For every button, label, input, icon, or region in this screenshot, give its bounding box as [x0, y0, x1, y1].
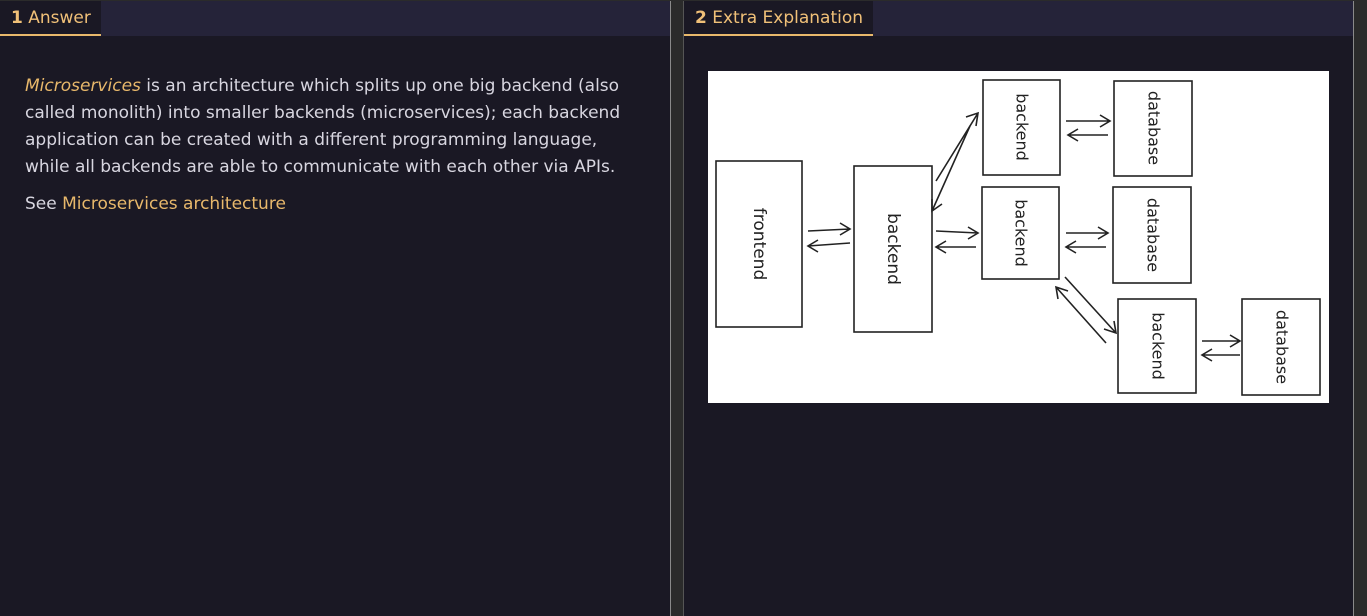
- backend-main-box: backend: [853, 165, 933, 333]
- frontend-box: frontend: [715, 160, 803, 328]
- svg-text:frontend: frontend: [749, 208, 769, 280]
- backend-box: backend: [1117, 298, 1197, 394]
- tab-extra-explanation[interactable]: 2 Extra Explanation: [684, 1, 874, 36]
- tab-bar: 2 Extra Explanation: [684, 1, 1353, 36]
- term: Microservices: [25, 76, 141, 96]
- tab-label: Extra Explanation: [712, 8, 864, 28]
- see-prefix: See: [25, 194, 63, 214]
- answer-content: Microservices is an architecture which s…: [0, 36, 670, 218]
- database-box: database: [1241, 298, 1321, 396]
- see-also: See Microservices architecture: [25, 191, 645, 218]
- backend-box: backend: [981, 186, 1060, 280]
- tab-answer[interactable]: 1 Answer: [0, 1, 101, 36]
- tab-label: Answer: [28, 8, 91, 28]
- tab-bar: 1 Answer: [0, 1, 670, 36]
- svg-text:database: database: [1145, 91, 1164, 165]
- svg-text:backend: backend: [1013, 93, 1032, 161]
- svg-text:backend: backend: [883, 213, 903, 285]
- svg-text:backend: backend: [1149, 312, 1168, 380]
- svg-text:database: database: [1144, 198, 1163, 272]
- svg-text:backend: backend: [1012, 199, 1031, 267]
- svg-text:database: database: [1273, 310, 1292, 384]
- answer-pane: 1 Answer Microservices is an architectur…: [0, 1, 671, 616]
- tab-number: 2: [695, 8, 707, 28]
- extra-explanation-pane: 2 Extra Explanation frontend backend bac…: [683, 1, 1354, 616]
- microservices-diagram: frontend backend backend backend backend…: [708, 71, 1329, 403]
- database-box: database: [1113, 80, 1193, 177]
- backend-box: backend: [982, 79, 1061, 176]
- microservices-architecture-link[interactable]: Microservices architecture: [62, 194, 286, 214]
- tab-number: 1: [11, 8, 23, 28]
- database-box: database: [1112, 186, 1192, 284]
- answer-paragraph: Microservices is an architecture which s…: [25, 73, 645, 181]
